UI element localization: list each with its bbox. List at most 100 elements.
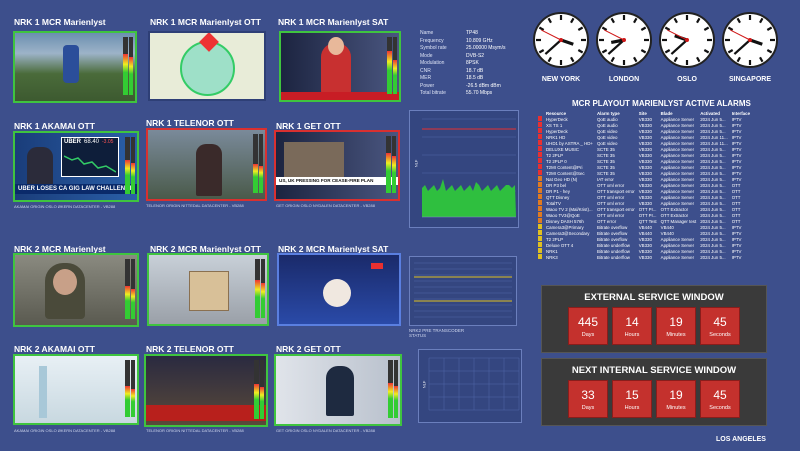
countdown-seconds: 45 Seconds [700,380,740,418]
video-thumbnail-nrk2-akamai[interactable] [13,354,139,425]
tile-caption: AKAMAI ORIGIN OSLO ØKERN DATACENTER - VB… [14,428,116,433]
tile-title: NRK 1 TELENOR OTT [146,118,234,128]
alarm-blade: Appliance Server [660,152,695,158]
countdown-value: 14 [625,314,639,329]
alarm-row[interactable]: Disney DASH 576h OTT error QTT Test QTT Man… [536,218,752,224]
countdown-unit: Days [581,331,595,338]
audio-meter [123,37,133,95]
alarm-blade: Appliance Server [660,170,695,176]
alarm-row[interactable]: QTT Disney OTT xml error VB330 Appliance Se… [536,194,752,200]
sat-info-key: Name [420,30,434,36]
sat-info-value: 10.809 GHz [466,37,493,44]
tile-caption: TELENOR ORIGIN NITTEDAL DATACENTER - VB2… [146,203,244,208]
clock-face-icon [659,12,715,68]
alarm-row[interactable]: Camera3@Secondary Bitrate overflow VB440 VB… [536,230,752,236]
alarm-row[interactable]: UHD1 by ASTRA _ HD+ QoE video VB330 Applian… [536,140,752,146]
alarm-blade: Appliance Server [660,188,695,194]
alarm-row[interactable]: T2MI Content@Pri SCTE 35 VB330 Appliance Se… [536,164,752,170]
severity-indicator-icon [538,140,542,145]
severity-indicator-icon [538,242,542,247]
audio-meter [125,137,135,194]
alarms-column-header[interactable]: Interface [730,110,752,116]
countdown-value: 15 [625,387,639,402]
bitrate-area [422,179,516,217]
alarm-row[interactable]: DR P1 - hey OTT transport error VB330 Appli… [536,188,752,194]
video-thumbnail-nrk2-telenor[interactable] [144,354,268,427]
alarm-blade: Appliance Server [660,122,695,128]
video-thumbnail-nrk1-get[interactable]: US, UK PRESSING FOR CEASE-FIRE PLAN [274,130,400,201]
alarm-activated: 2024 Jun 5... [700,182,726,188]
alarm-activated: 2024 Jun 5... [700,146,726,152]
pre-transcoder-graph-plot [414,262,512,318]
external-service-window: EXTERNAL SERVICE WINDOW 445 Days 14 Hours 19… [541,285,767,353]
alarm-activated: 2024 Jun 5... [700,170,726,176]
tile-title: NRK 1 MCR Marienlyst OTT [150,17,261,27]
countdown-value: 45 [713,387,727,402]
video-thumbnail-nrk2-ott[interactable] [147,253,269,326]
severity-indicator-icon [538,170,542,175]
alarm-row[interactable]: Waoo TV3@QoE OTT xml error OTT Pr... OTT Ex… [536,212,752,218]
severity-indicator-icon [538,164,542,169]
alarm-activated: 2024 Jun 5... [700,128,726,134]
external-service-window-title: EXTERNAL SERVICE WINDOW [584,292,724,303]
audio-meter [125,259,135,319]
alarm-blade: Appliance Server [660,134,695,140]
sat-info-key: Mode [420,52,433,59]
tile-caption: TELENOR ORIGIN NITTEDAL DATACENTER - VB2… [146,428,244,433]
sat-info-key: CNR [420,67,431,74]
alarm-row[interactable]: Waoo TV 2 (Mal/Krist)... OTT transport er… [536,206,752,212]
sat-info-value: 55.70 Mbps [466,90,493,96]
video-thumbnail-nrk1-akamai[interactable]: UBER 68.40 -3.05 UBER LOSES CA GIG LAW C… [13,131,139,202]
alarms-table-container[interactable]: Resource Alarm type Site Blade Activated Inte… [536,110,780,284]
sat-info-value: 8PSK [466,60,479,66]
alarms-table: Resource Alarm type Site Blade Activated Inte… [536,110,752,260]
audio-meter [125,360,135,417]
severity-indicator-icon [538,218,542,223]
video-thumbnail-nrk1-sat[interactable] [279,31,401,102]
alarm-row[interactable]: T2MI Content@Sec SCTE 35 VB330 Appliance Se… [536,170,752,176]
alarm-type: OTT transport error [596,206,635,212]
severity-indicator-icon [538,212,542,217]
clock-label: OSLO [677,76,697,83]
sat-info-value: -26.5 dBm dBm [466,82,501,89]
alarm-iface: IPTV [731,254,742,260]
alarm-resource: UHD1 by ASTRA _ HD+ [546,140,593,146]
video-thumbnail-nrk2-get[interactable] [274,354,402,426]
clock-new-york [533,12,589,73]
alarm-blade: Appliance Server [660,128,695,134]
alarm-activated: 2024 Jun 5... [700,152,726,158]
severity-indicator-icon [538,182,542,187]
video-thumbnail-nrk1-ott[interactable] [148,31,266,101]
alarm-row[interactable]: NRK3 Bitrate underflow VB330 Appliance Serv… [536,254,752,260]
video-thumbnail-nrk2-mcr[interactable] [13,253,139,327]
sat-info-value: DVB-S2 [466,52,485,59]
video-thumbnail-nrk2-sat[interactable] [277,253,401,326]
alarm-row[interactable]: DELUXE MUSIC SCTE 35 VB330 Appliance Server… [536,146,752,152]
tile-title: NRK 2 TELENOR OTT [146,344,234,354]
countdown-hours: 14 Hours [612,307,652,345]
external-countdown: 445 Days 14 Hours 19 Minutes 45 Seconds [542,307,766,345]
tile-title: NRK 1 AKAMAI OTT [14,121,95,131]
alarm-row[interactable]: Camera3@Primary Bitrate overflow VB440 VB44… [536,224,752,230]
video-thumbnail-nrk1-telenor[interactable] [146,128,267,201]
severity-indicator-icon [538,188,542,193]
video-thumbnail-nrk1-mcr[interactable] [13,31,137,103]
countdown-value: 19 [669,387,683,402]
alarm-row[interactable]: Deluxe OTT 4 Bitrate underflow VB330 Applia… [536,242,752,248]
sat-info-row: Frequency 10.809 GHz [420,38,520,46]
countdown-unit: Minutes [666,331,686,338]
countdown-value: 445 [577,314,599,329]
news-banner [146,405,266,421]
tile-title: NRK 1 MCR Marienlyst SAT [278,17,389,27]
severity-indicator-icon [538,134,542,139]
athlete [63,45,79,83]
alarm-site: OTT Pr... [638,206,657,212]
countdown-unit: Seconds [709,331,731,338]
alarm-activated: 2024 Jun 5... [700,116,726,122]
alarm-resource: Camera3@Secondary [546,230,590,236]
alarm-row[interactable]: Nat Geo HD (N) IAT error VB330 Appliance Se… [536,176,752,182]
countdown-seconds: 45 Seconds [700,307,740,345]
audio-meter [387,37,397,94]
countdown-value: 33 [581,387,595,402]
alarm-blade: Appliance Server [660,248,695,254]
